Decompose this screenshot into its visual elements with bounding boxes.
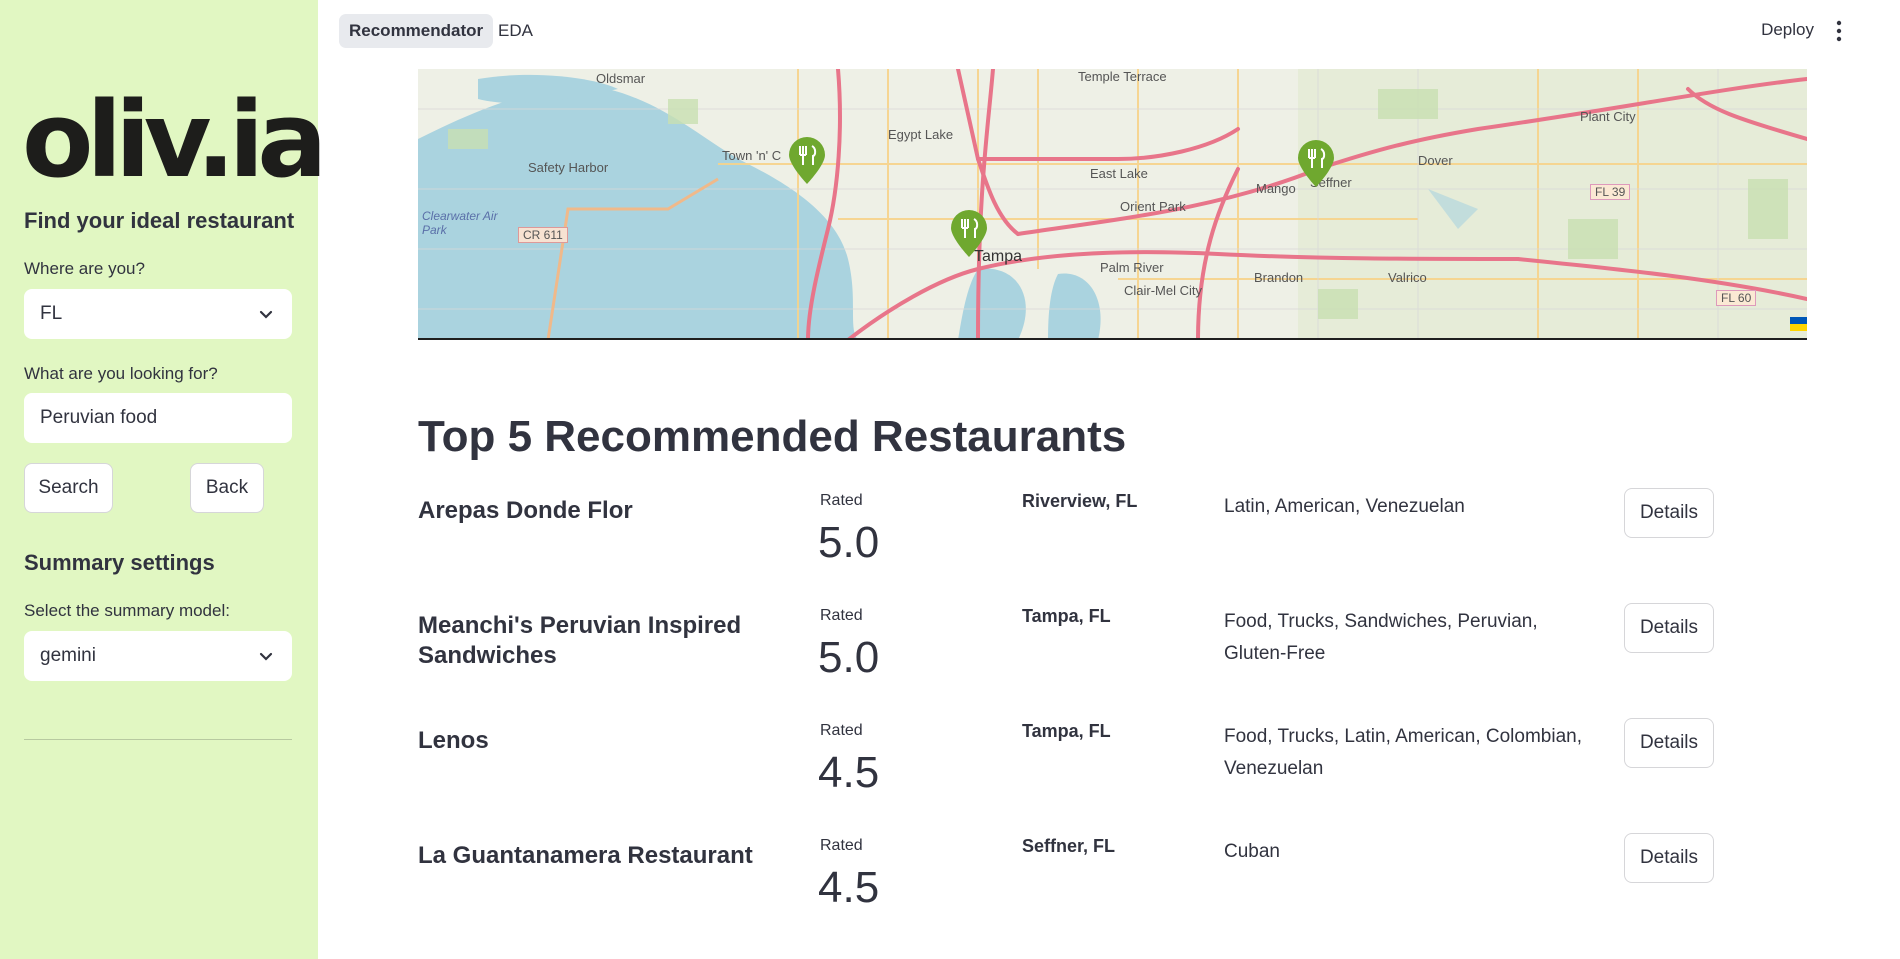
map-label-mango: Mango [1256,181,1296,196]
map-label-valrico: Valrico [1388,270,1427,285]
tab-recommendator[interactable]: Recommendator [339,14,494,48]
restaurant-categories: Cuban [1224,841,1280,862]
rated-label: Rated [820,837,863,854]
what-label: What are you looking for? [24,364,218,383]
map-label-orient-park: Orient Park [1120,199,1186,214]
query-input[interactable]: Peruvian food [24,393,292,443]
rating-value: 4.5 [818,748,880,797]
map-label-town-n-country: Town 'n' C [722,148,782,163]
find-restaurant-heading: Find your ideal restaurant [24,208,295,233]
restaurant-row: Meanchi's Peruvian Inspired Sandwiches R… [418,603,1718,718]
details-button[interactable]: Details [1624,833,1714,883]
search-button[interactable]: Search [24,463,113,513]
results-heading: Top 5 Recommended Restaurants [418,412,1127,461]
sidebar-divider [24,739,292,740]
restaurant-row: La Guantanamera Restaurant Rated 4.5 Sef… [418,833,1718,948]
map-label-temple-terrace: Temple Terrace [1078,69,1167,84]
map-label-east-lake: East Lake [1090,166,1148,181]
map-label-egypt-lake: Egypt Lake [888,127,954,142]
app-logo: oliv.ia [22,79,327,201]
rated-label: Rated [820,607,863,624]
restaurant-name: Lenos [418,727,489,754]
restaurant-pin-icon[interactable] [1296,140,1336,188]
back-button[interactable]: Back [190,463,264,513]
map-label-fl60: FL 60 [1716,290,1757,306]
restaurant-categories: Latin, American, Venezuelan [1224,496,1465,517]
restaurant-name: Arepas Donde Flor [418,497,633,524]
chevron-down-icon [259,310,273,319]
rated-label: Rated [820,492,863,509]
restaurant-pin-icon[interactable] [949,210,989,258]
tab-eda[interactable]: EDA [488,14,543,48]
where-label: Where are you? [24,259,145,278]
map-label-clair-mel-city: Clair-Mel City [1124,283,1202,298]
rating-value: 5.0 [818,518,880,567]
map-label-safety-harbor: Safety Harbor [528,160,609,175]
location-select-value: FL [40,303,63,324]
restaurant-name: La Guantanamera Restaurant [418,842,753,869]
location-select[interactable]: FL [24,289,292,339]
chevron-down-icon [259,652,273,661]
restaurant-categories: Food, Trucks, Sandwiches, Peruvian, Glut… [1224,611,1538,664]
deploy-button[interactable]: Deploy [1761,20,1814,40]
sidebar: oliv.ia Find your ideal restaurant Where… [0,0,327,959]
map-label-cr611: CR 611 [518,227,568,243]
model-select-value: gemini [40,645,96,666]
map-label-oldsmar: Oldsmar [596,71,646,86]
map-label-brandon: Brandon [1254,270,1304,285]
restaurant-row: Arepas Donde Flor Rated 5.0 Riverview, F… [418,488,1718,603]
rated-label: Rated [820,722,863,739]
summary-settings-heading: Summary settings [24,550,215,575]
rating-value: 5.0 [818,633,880,682]
details-button[interactable]: Details [1624,603,1714,653]
details-button[interactable]: Details [1624,488,1714,538]
restaurant-location: Tampa, FL [1022,721,1111,741]
restaurant-row: Lenos Rated 4.5 Tampa, FL Food, Trucks, … [418,718,1718,833]
details-button[interactable]: Details [1624,718,1714,768]
restaurant-location: Tampa, FL [1022,606,1111,626]
model-select[interactable]: gemini [24,631,292,681]
map-label-clearwater-air-park: Clearwater Air Park [422,209,498,237]
restaurant-map[interactable]: Oldsmar Temple Terrace Plant City Egypt … [418,69,1807,340]
restaurant-name: Meanchi's Peruvian Inspired Sandwiches [418,612,742,669]
map-label-plant-city: Plant City [1580,109,1636,124]
restaurant-categories: Food, Trucks, Latin, American, Colombian… [1224,726,1582,779]
map-label-palm-river: Palm River [1100,260,1164,275]
restaurant-location: Seffner, FL [1022,836,1116,856]
restaurant-location: Riverview, FL [1022,491,1138,511]
rating-value: 4.5 [818,863,880,912]
more-options-icon[interactable] [1836,20,1842,42]
map-label-fl39: FL 39 [1590,184,1631,200]
restaurant-pin-icon[interactable] [787,137,827,185]
map-label-dover: Dover [1418,153,1453,168]
model-label: Select the summary model: [24,601,230,620]
